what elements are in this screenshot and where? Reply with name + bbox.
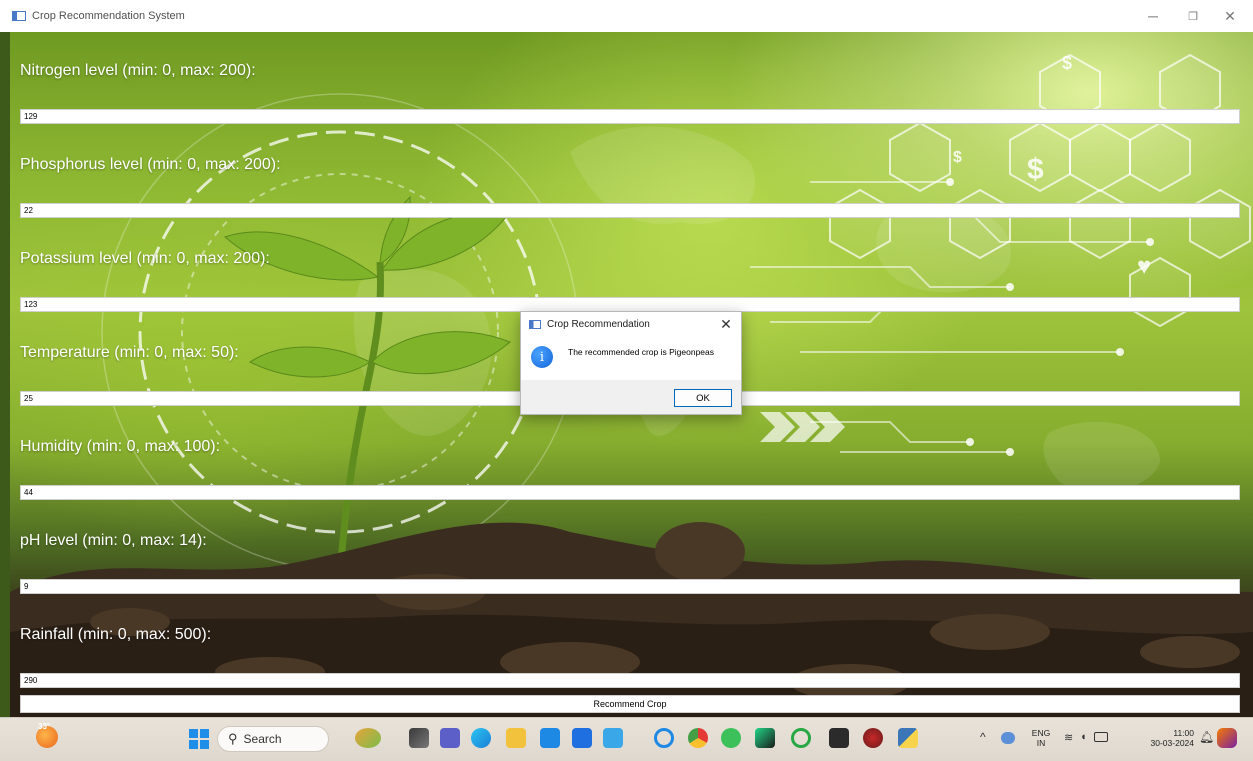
pycharm-icon[interactable] bbox=[755, 728, 775, 748]
battery-icon[interactable] bbox=[1094, 732, 1108, 742]
ph-label: pH level (min: 0, max: 14): bbox=[20, 532, 207, 549]
clock-time: 11:00 bbox=[1173, 728, 1194, 738]
phosphorus-label: Phosphorus level (min: 0, max: 200): bbox=[20, 156, 281, 173]
wifi-icon[interactable]: ≋ bbox=[1064, 731, 1073, 744]
terminal-icon[interactable] bbox=[829, 728, 849, 748]
cortana-icon[interactable] bbox=[654, 728, 674, 748]
store-icon[interactable] bbox=[540, 728, 560, 748]
close-icon[interactable]: ✕ bbox=[1212, 0, 1248, 32]
window-title: Crop Recommendation System bbox=[32, 10, 185, 22]
dialog-body: i The recommended crop is Pigeonpeas bbox=[521, 336, 741, 380]
svg-text:$: $ bbox=[953, 149, 962, 166]
svg-text:♥: ♥ bbox=[1137, 253, 1151, 280]
settings-gear-icon[interactable] bbox=[863, 728, 883, 748]
app-ring-icon[interactable] bbox=[791, 728, 811, 748]
minimize-icon[interactable]: ─ bbox=[1135, 0, 1171, 32]
weather-temp: 33° bbox=[38, 722, 51, 731]
recommendation-dialog: Crop Recommendation ✕ i The recommended … bbox=[520, 311, 742, 415]
recommend-crop-button[interactable]: Recommend Crop bbox=[20, 695, 1240, 713]
svg-text:$: $ bbox=[1027, 153, 1044, 186]
whatsapp-icon[interactable] bbox=[721, 728, 741, 748]
dropbox-icon[interactable] bbox=[572, 728, 592, 748]
file-explorer-icon[interactable] bbox=[506, 728, 526, 748]
dialog-close-icon[interactable]: ✕ bbox=[717, 315, 735, 333]
teams-icon[interactable] bbox=[440, 728, 460, 748]
notification-bell-icon[interactable]: 🔔︎ bbox=[1199, 730, 1214, 744]
window-titlebar: Crop Recommendation System ─ ❐ ✕ bbox=[0, 0, 1253, 32]
temperature-label: Temperature (min: 0, max: 50): bbox=[20, 344, 239, 361]
potassium-label: Potassium level (min: 0, max: 200): bbox=[20, 250, 270, 267]
language-indicator[interactable]: ENG IN bbox=[1030, 728, 1052, 748]
mail-icon[interactable] bbox=[603, 728, 623, 748]
svg-text:$: $ bbox=[1062, 53, 1072, 73]
cloud-icon[interactable] bbox=[1001, 732, 1015, 744]
restore-icon[interactable]: ❐ bbox=[1175, 0, 1211, 32]
clock-date: 30-03-2024 bbox=[1150, 738, 1194, 748]
nitrogen-label: Nitrogen level (min: 0, max: 200): bbox=[20, 62, 256, 79]
chevron-up-icon[interactable]: ^ bbox=[980, 730, 986, 744]
python-icon[interactable] bbox=[898, 728, 918, 748]
windows-start-icon[interactable] bbox=[189, 729, 209, 749]
ph-input[interactable] bbox=[20, 579, 1240, 594]
task-view-icon[interactable] bbox=[409, 728, 429, 748]
dialog-titlebar: Crop Recommendation ✕ bbox=[521, 312, 741, 336]
clock[interactable]: 11:00 30-03-2024 bbox=[1144, 728, 1194, 748]
dialog-window-icon bbox=[529, 319, 541, 329]
app-window-icon bbox=[12, 11, 26, 21]
dialog-ok-button[interactable]: OK bbox=[674, 389, 732, 407]
taskbar: 33° ⚲ Search ^ ENG IN ≋ ◖ 11:00 30-03-20… bbox=[0, 717, 1253, 761]
search-icon: ⚲ bbox=[228, 731, 238, 746]
rainfall-label: Rainfall (min: 0, max: 500): bbox=[20, 626, 212, 643]
widgets-icon[interactable] bbox=[355, 728, 381, 748]
volume-icon[interactable]: ◖ bbox=[1080, 731, 1087, 743]
search-label: Search bbox=[243, 732, 282, 746]
dialog-message: The recommended crop is Pigeonpeas bbox=[568, 347, 714, 357]
language-region: IN bbox=[1036, 738, 1046, 748]
humidity-input[interactable] bbox=[20, 485, 1240, 500]
language-code: ENG bbox=[1031, 728, 1051, 738]
chrome-icon[interactable] bbox=[688, 728, 708, 748]
info-icon: i bbox=[531, 346, 553, 368]
rainfall-input[interactable] bbox=[20, 673, 1240, 688]
potassium-input[interactable] bbox=[20, 297, 1240, 312]
phosphorus-input[interactable] bbox=[20, 203, 1240, 218]
nitrogen-input[interactable] bbox=[20, 109, 1240, 124]
edge-icon[interactable] bbox=[471, 728, 491, 748]
copilot-icon[interactable] bbox=[1217, 728, 1237, 748]
dialog-title: Crop Recommendation bbox=[547, 318, 650, 330]
taskbar-search[interactable]: ⚲ Search bbox=[217, 726, 329, 752]
humidity-label: Humidity (min: 0, max: 100): bbox=[20, 438, 221, 455]
